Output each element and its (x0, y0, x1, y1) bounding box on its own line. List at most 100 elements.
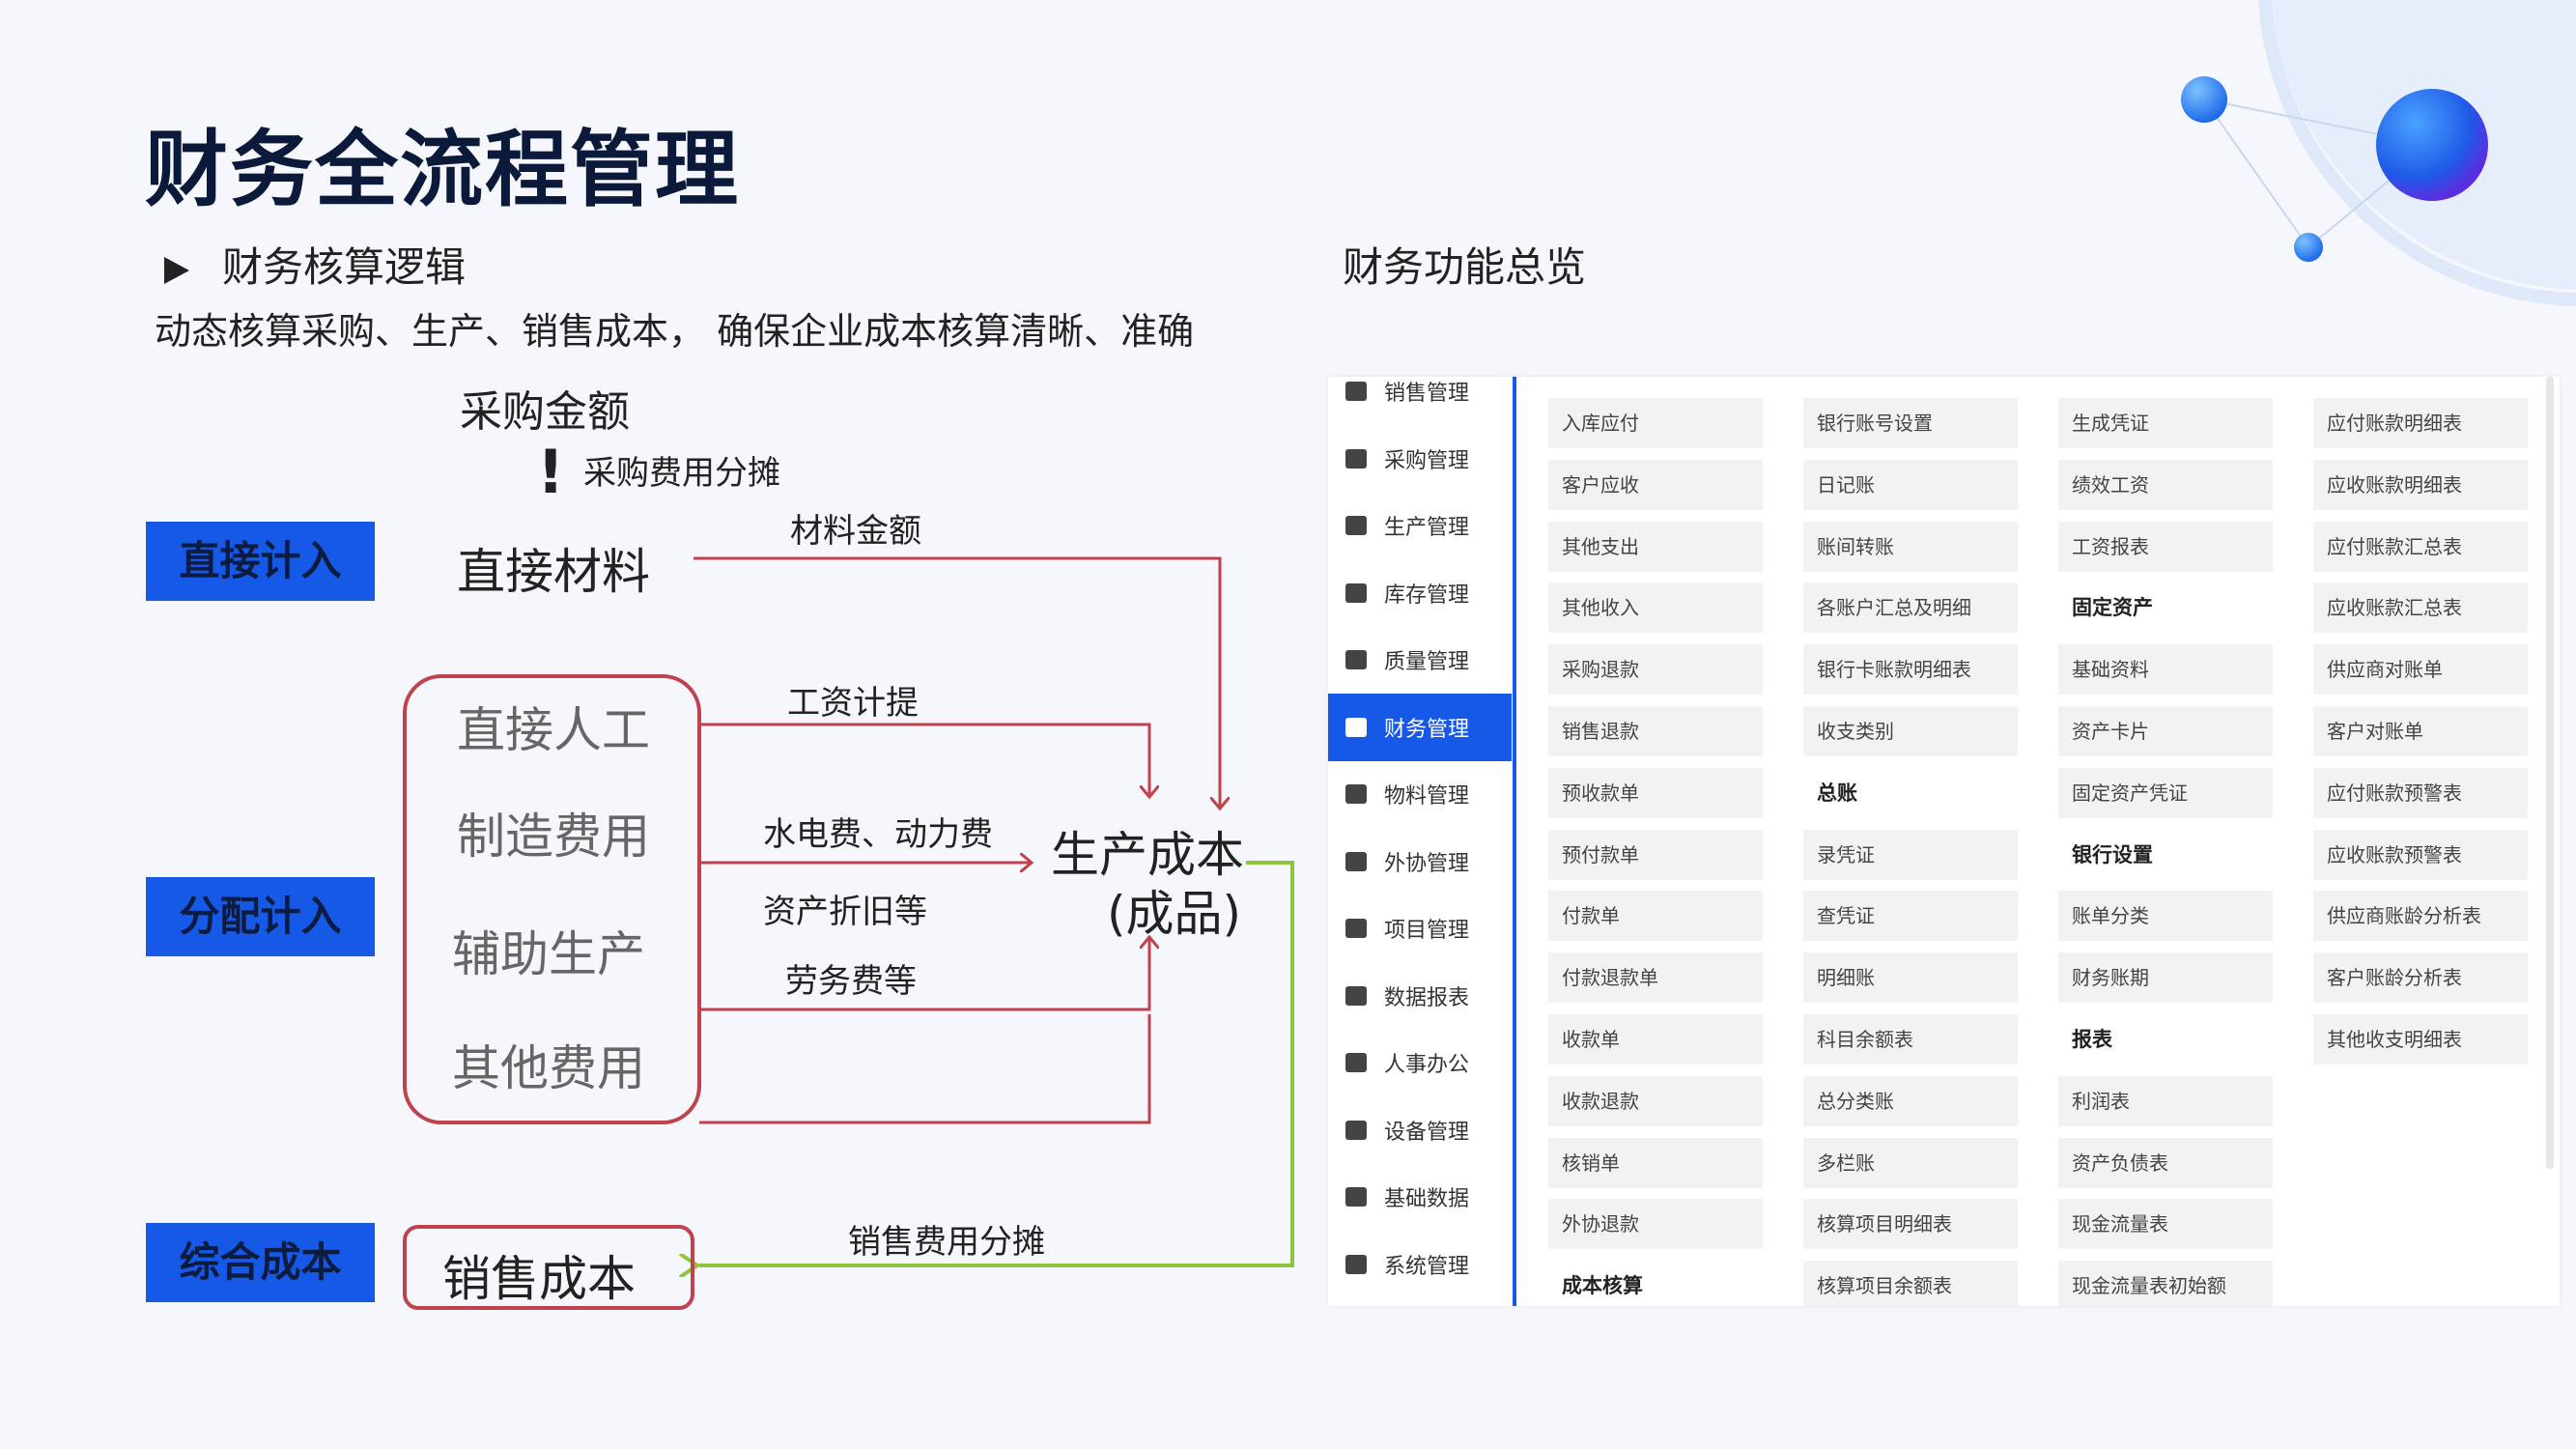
function-item[interactable]: 固定资产凭证 (2058, 767, 2273, 818)
sidebar-item[interactable]: 数据报表 (1328, 962, 1512, 1030)
function-item[interactable]: 付款单 (1548, 891, 1763, 942)
function-item[interactable]: 多栏账 (1803, 1137, 2018, 1188)
depreciation-label: 资产折旧等 (763, 893, 927, 931)
box-icon (1345, 582, 1367, 603)
sidebar-item[interactable]: 库存管理 (1328, 559, 1512, 627)
purchase-amount-label: 采购金额 (460, 387, 630, 437)
function-item[interactable]: 收支类别 (1803, 706, 2018, 756)
function-item[interactable]: 各账户汇总及明细 (1803, 582, 2018, 634)
sidebar-item[interactable]: 销售管理 (1328, 377, 1512, 425)
function-item[interactable]: 核销单 (1548, 1137, 1763, 1188)
wage-line (699, 723, 1149, 795)
material-amount-line (694, 556, 1220, 807)
function-item[interactable]: 其他支出 (1548, 521, 1763, 572)
utilities-label: 水电费、动力费 (763, 815, 993, 854)
quality-icon (1345, 650, 1367, 669)
function-item[interactable]: 客户应收 (1548, 459, 1763, 510)
function-group-header: 成本核算 (1562, 1274, 1643, 1298)
sidebar-item-label: 质量管理 (1384, 650, 1470, 674)
vertical-scrollbar[interactable] (2546, 377, 2554, 1169)
sidebar-divider (1513, 377, 1516, 1306)
function-item[interactable]: 银行卡账款明细表 (1803, 644, 2018, 696)
function-item[interactable]: 银行账号设置 (1803, 398, 2018, 448)
function-item[interactable]: 应收账款汇总表 (2313, 582, 2528, 634)
function-item[interactable]: 录凭证 (1803, 829, 2018, 880)
finance-icon (1345, 717, 1367, 737)
function-group-header: 银行设置 (2072, 842, 2153, 867)
function-item[interactable]: 核算项目明细表 (1803, 1199, 2018, 1250)
sidebar-item-label: 基础数据 (1384, 1187, 1470, 1211)
function-item[interactable]: 销售退款 (1548, 706, 1763, 756)
sidebar-item[interactable]: 项目管理 (1328, 895, 1512, 962)
function-item[interactable]: 预收款单 (1548, 767, 1763, 818)
function-item[interactable]: 其他收支明细表 (2313, 1014, 2528, 1065)
tag-allocated: 分配计入 (146, 877, 375, 956)
function-item[interactable]: 账间转账 (1803, 521, 2018, 572)
function-item[interactable]: 财务账期 (2058, 952, 2273, 1004)
finance-function-panel: 销售管理 采购管理 生产管理 库存管理质量管理财务管理物料管理 外协管理项目管理数据报表… (1328, 377, 2560, 1306)
function-item[interactable]: 供应商账龄分析表 (2313, 891, 2528, 942)
person-icon (1345, 1053, 1367, 1072)
function-item[interactable]: 资产卡片 (2058, 706, 2273, 756)
function-item[interactable]: 客户账龄分析表 (2313, 952, 2528, 1004)
bar-chart-icon (1345, 382, 1367, 401)
function-item[interactable]: 明细账 (1803, 952, 2018, 1004)
function-item[interactable]: 预付款单 (1548, 829, 1763, 880)
function-item[interactable]: 外协退款 (1548, 1199, 1763, 1250)
folder-icon (1345, 919, 1367, 938)
sidebar-item[interactable]: 外协管理 (1328, 828, 1512, 895)
function-item[interactable]: 供应商对账单 (2313, 644, 2528, 696)
direct-labor-item: 直接人工 (457, 702, 650, 758)
function-item[interactable]: 客户对账单 (2313, 706, 2528, 756)
function-item[interactable]: 资产负债表 (2058, 1137, 2273, 1188)
function-item[interactable]: 利润表 (2058, 1075, 2273, 1126)
sidebar-item[interactable]: 质量管理 (1328, 626, 1512, 694)
function-group-header: 报表 (2072, 1028, 2112, 1051)
function-item[interactable]: 收款退款 (1548, 1075, 1763, 1126)
function-item[interactable]: 入库应付 (1548, 398, 1763, 448)
function-item[interactable]: 绩效工资 (2058, 459, 2273, 510)
function-item[interactable]: 日记账 (1803, 459, 2018, 510)
sidebar-item-label: 项目管理 (1384, 919, 1470, 943)
sales-cost-node: 销售成本 (442, 1251, 636, 1307)
function-item[interactable]: 其他收入 (1548, 582, 1763, 634)
monitor-icon (1345, 1254, 1367, 1274)
function-item[interactable]: 应付账款明细表 (2313, 398, 2528, 448)
function-item[interactable]: 采购退款 (1548, 644, 1763, 696)
purchase-allocation-label: 采购费用分摊 (583, 454, 780, 493)
sidebar-item[interactable]: 人事办公 (1328, 1029, 1512, 1096)
cube-icon (1345, 516, 1367, 535)
function-item[interactable]: 查凭证 (1803, 891, 2018, 942)
sidebar-item-label: 系统管理 (1384, 1254, 1470, 1279)
sidebar-item[interactable]: 物料管理 (1328, 760, 1512, 828)
sidebar-item[interactable]: 采购管理 (1328, 425, 1512, 493)
function-item[interactable]: 应收账款预警表 (2313, 829, 2528, 880)
device-icon (1345, 1120, 1367, 1140)
function-item[interactable]: 应付账款汇总表 (2313, 521, 2528, 572)
function-item[interactable]: 工资报表 (2058, 521, 2273, 572)
database-icon (1345, 1187, 1367, 1207)
function-item[interactable]: 生成凭证 (2058, 398, 2273, 448)
function-item[interactable]: 现金流量表 (2058, 1199, 2273, 1250)
sidebar-item[interactable]: 生产管理 (1328, 492, 1512, 559)
exclamation-mark: ! (537, 437, 565, 507)
function-item[interactable]: 账单分类 (2058, 891, 2273, 942)
sidebar-item[interactable]: 系统管理 (1328, 1231, 1512, 1298)
sidebar-item[interactable]: 设备管理 (1328, 1096, 1512, 1164)
function-item[interactable]: 付款退款单 (1548, 952, 1763, 1004)
function-item[interactable]: 科目余额表 (1803, 1014, 2018, 1065)
sidebar-item[interactable]: 基础数据 (1328, 1163, 1512, 1231)
function-item[interactable]: 应收账款明细表 (2313, 459, 2528, 510)
function-item[interactable]: 现金流量表初始额 (2058, 1261, 2273, 1306)
function-item[interactable]: 总分类账 (1803, 1075, 2018, 1126)
function-item[interactable]: 基础资料 (2058, 644, 2273, 696)
sidebar-item-label: 数据报表 (1384, 985, 1470, 1010)
function-item[interactable]: 核算项目余额表 (1803, 1261, 2018, 1306)
wage-label: 工资计提 (787, 684, 919, 723)
function-item[interactable]: 应付账款预警表 (2313, 767, 2528, 818)
sidebar-item-label: 财务管理 (1384, 717, 1470, 742)
function-item[interactable]: 收款单 (1548, 1014, 1763, 1065)
report-icon (1345, 985, 1367, 1006)
labor-line (699, 939, 1149, 1011)
sidebar-item[interactable]: 财务管理 (1328, 693, 1512, 761)
